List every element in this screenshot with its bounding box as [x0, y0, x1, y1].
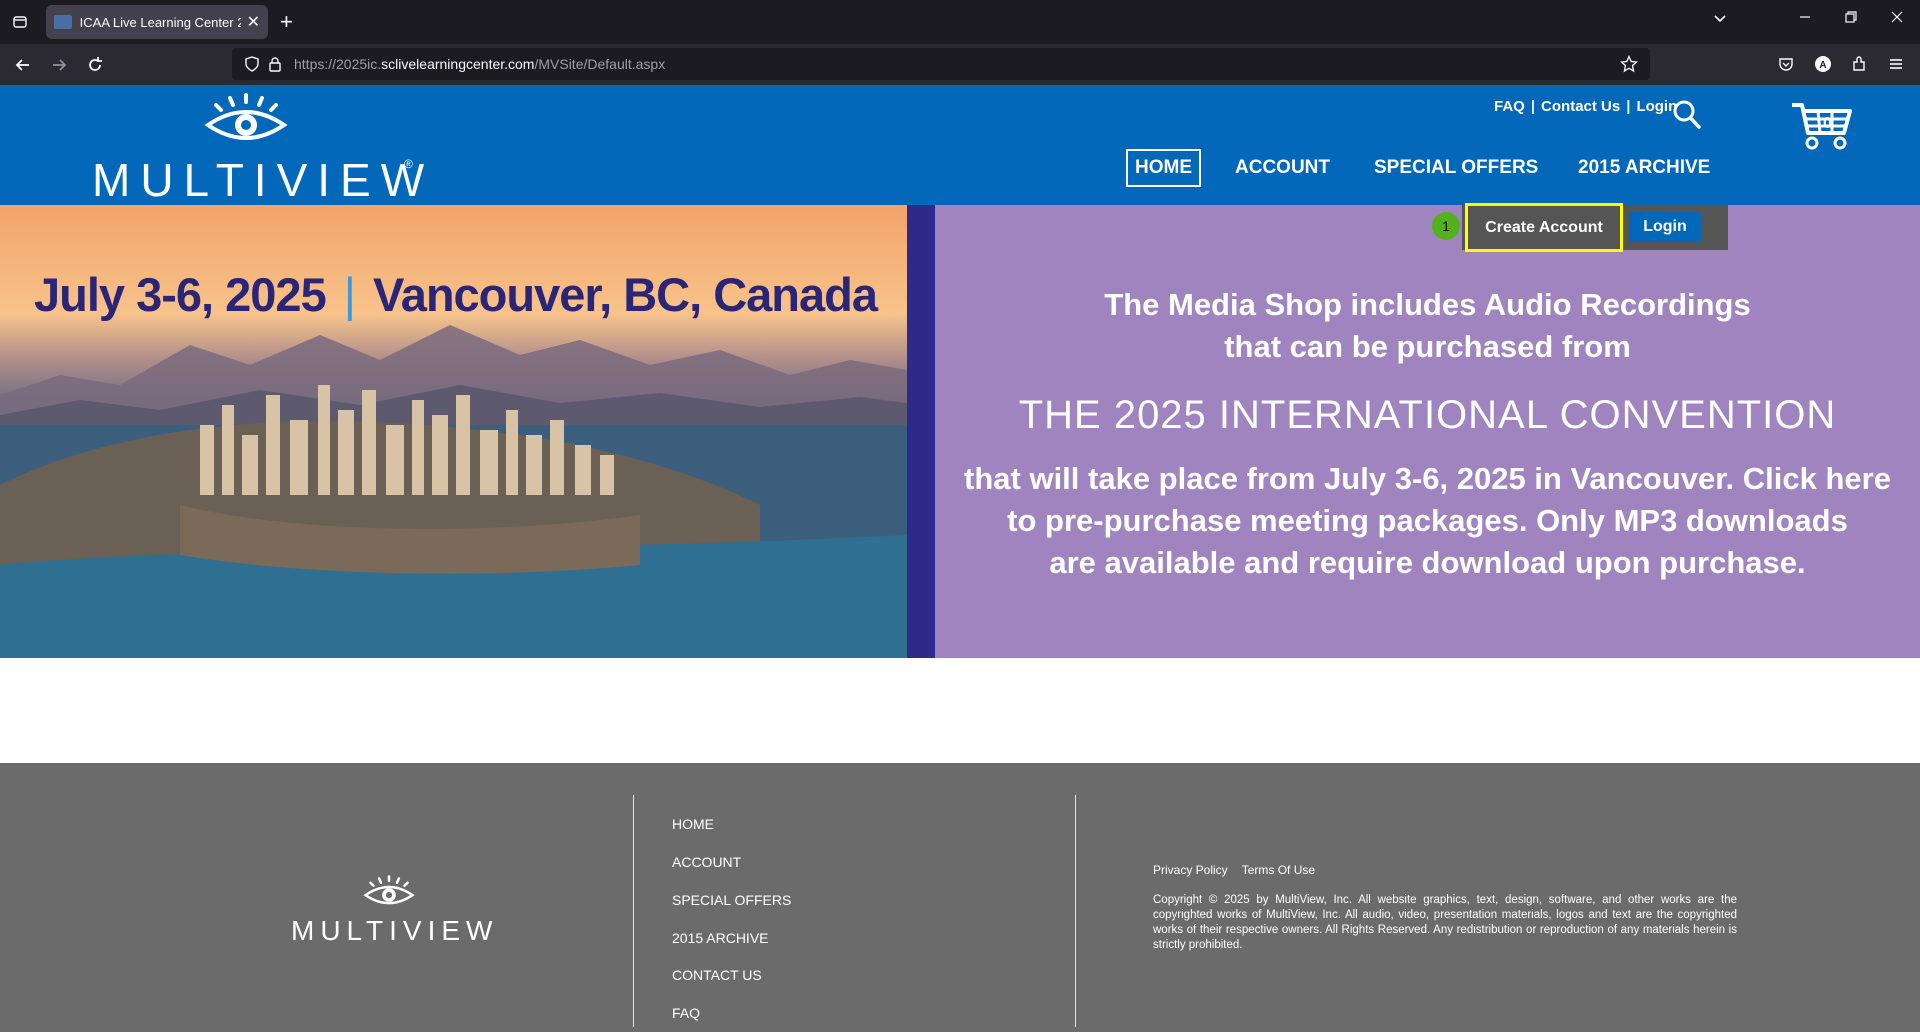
tab-overflow-chevron-icon[interactable] [1712, 10, 1728, 29]
site-footer: MULTIVIEW HOME ACCOUNT SPECIAL OFFERS 20… [0, 763, 1920, 1032]
site-header: MULTIVIEW ® FAQ | Contact Us | Login 0 H… [0, 85, 1920, 206]
nav-account[interactable]: ACCOUNT [1235, 157, 1330, 179]
address-bar[interactable]: https://2025ic.sclivelearningcenter.com/… [232, 48, 1650, 80]
login-button[interactable]: Login [1629, 212, 1701, 242]
footer-eye-logo-icon [363, 875, 415, 905]
footer-link-account[interactable]: ACCOUNT [672, 854, 741, 870]
terms-of-use-link[interactable]: Terms Of Use [1242, 863, 1315, 877]
browser-tabbar: ICAA Live Learning Center 2025 ✕ + [0, 0, 1920, 44]
pocket-icon[interactable] [1778, 56, 1794, 77]
banner-line-1: The Media Shop includes Audio Recordings [1104, 287, 1751, 322]
footer-logo-wordmark: MULTIVIEW [291, 915, 499, 946]
nav-special-offers[interactable]: SPECIAL OFFERS [1374, 157, 1538, 179]
link-separator: | [1626, 98, 1631, 115]
banner-line-5: to pre-purchase meeting packages. Only M… [1007, 503, 1848, 538]
faq-link[interactable]: FAQ [1494, 98, 1525, 115]
create-account-button[interactable]: Create Account [1465, 203, 1623, 252]
banner-line-2: that can be purchased from [1224, 329, 1631, 364]
footer-logo[interactable]: MULTIVIEW [291, 875, 492, 955]
footer-link-faq[interactable]: FAQ [672, 1005, 700, 1021]
cart-count: 0 [1823, 115, 1832, 132]
eye-logo-icon [204, 93, 288, 140]
banner-line-6: are available and require download upon … [1049, 545, 1806, 580]
copyright-text: Copyright © 2025 by MultiView, Inc. All … [1153, 894, 1737, 951]
url-prefix: https://2025ic. [294, 56, 382, 72]
close-tab-icon[interactable]: ✕ [247, 12, 260, 32]
banner-line-3: THE 2025 INTERNATIONAL CONVENTION [1018, 393, 1837, 437]
back-icon[interactable] [10, 52, 36, 78]
tab-title: ICAA Live Learning Center 2025 [79, 14, 241, 30]
privacy-policy-link[interactable]: Privacy Policy [1153, 863, 1228, 877]
banner-divider-stripe [907, 205, 935, 658]
media-shop-message[interactable]: The Media Shop includes Audio Recordings… [935, 205, 1920, 658]
step-badge: 1 [1432, 212, 1460, 240]
banner-line-4: that will take place from July 3-6, 2025… [964, 461, 1891, 496]
contact-us-link[interactable]: Contact Us [1541, 98, 1620, 115]
logo-wordmark: MULTIVIEW [92, 154, 435, 206]
logo-registered: ® [404, 157, 413, 171]
browser-navbar: https://2025ic.sclivelearningcenter.com/… [0, 44, 1920, 85]
shopping-cart-icon[interactable] [1790, 95, 1854, 158]
date-separator: | [343, 268, 356, 321]
forward-icon[interactable] [46, 52, 72, 78]
footer-link-2015-archive[interactable]: 2015 ARCHIVE [672, 930, 769, 946]
close-window-icon[interactable] [1890, 10, 1904, 27]
new-tab-icon[interactable]: + [280, 9, 293, 35]
legal-links: Privacy Policy Terms Of Use [1153, 863, 1315, 877]
footer-divider [633, 795, 634, 1027]
lock-icon[interactable] [268, 56, 282, 77]
url-path: /MVSite/Default.aspx [534, 56, 666, 72]
nav-home[interactable]: HOME [1126, 149, 1201, 187]
restore-icon[interactable] [1844, 10, 1858, 27]
bookmark-star-icon[interactable] [1619, 54, 1639, 78]
event-location: Vancouver, BC, Canada [372, 268, 878, 321]
account-avatar-icon[interactable]: A [1814, 55, 1832, 78]
svg-text:A: A [1819, 60, 1826, 71]
utility-links: FAQ | Contact Us | Login [1494, 98, 1677, 115]
event-date: July 3-6, 2025 [34, 268, 327, 321]
reload-icon[interactable] [82, 52, 108, 78]
multiview-logo[interactable]: MULTIVIEW ® [92, 85, 424, 206]
footer-link-home[interactable]: HOME [672, 816, 714, 832]
footer-link-contact-us[interactable]: CONTACT US [672, 967, 762, 983]
favicon-icon [54, 15, 72, 29]
browser-tab[interactable]: ICAA Live Learning Center 2025 ✕ [46, 5, 268, 39]
extensions-icon[interactable] [1851, 55, 1869, 78]
hero-banner[interactable]: July 3-6, 2025 | Vancouver, BC, Canada The… [0, 205, 1920, 658]
tab-list-icon[interactable] [8, 10, 32, 34]
footer-divider [1075, 795, 1076, 1027]
url-text: https://2025ic.sclivelearningcenter.com/… [294, 56, 665, 72]
link-separator: | [1530, 98, 1536, 115]
minimize-icon[interactable] [1798, 10, 1812, 27]
menu-hamburger-icon[interactable] [1887, 55, 1905, 78]
shield-icon[interactable] [244, 56, 260, 77]
search-icon[interactable] [1672, 99, 1702, 136]
footer-link-special-offers[interactable]: SPECIAL OFFERS [672, 892, 791, 908]
url-domain: sclivelearningcenter.com [381, 56, 535, 72]
vancouver-photo: July 3-6, 2025 | Vancouver, BC, Canada [0, 205, 907, 658]
nav-2015-archive[interactable]: 2015 ARCHIVE [1578, 157, 1710, 179]
event-date-location: July 3-6, 2025 | Vancouver, BC, Canada [34, 267, 878, 322]
city-skyline-graphic [0, 385, 907, 658]
